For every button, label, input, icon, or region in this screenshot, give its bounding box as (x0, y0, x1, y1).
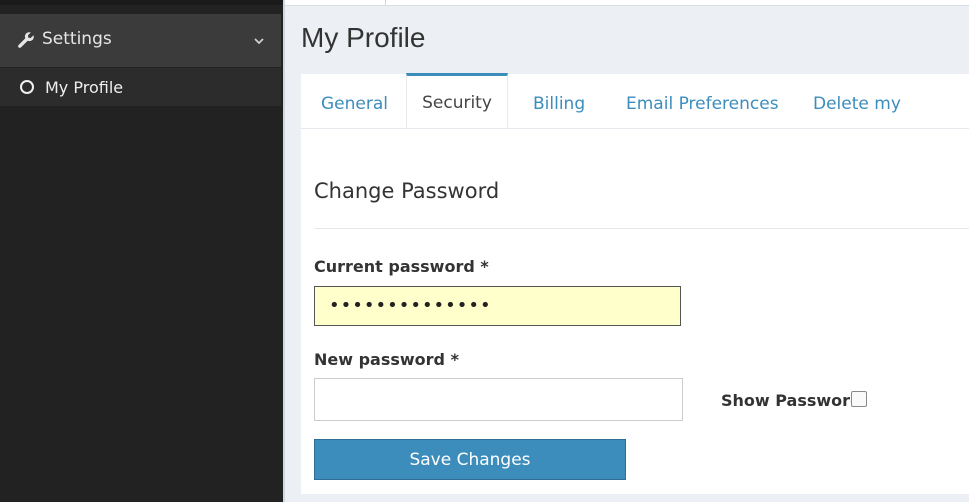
chevron-down-icon (254, 38, 264, 45)
sidebar-item-my-profile[interactable]: My Profile (0, 68, 281, 106)
new-password-input[interactable] (314, 378, 683, 421)
save-changes-button[interactable]: Save Changes (314, 439, 626, 480)
tab-delete-account[interactable]: Delete my Account (813, 74, 969, 174)
sidebar-item-label: My Profile (45, 78, 124, 97)
tab-security[interactable]: Security (406, 73, 508, 128)
sidebar: Settings My Profile (0, 0, 283, 502)
current-password-input[interactable]: •••••••••••••• (314, 286, 681, 326)
section-title: Change Password (314, 179, 500, 203)
page-title: My Profile (301, 22, 426, 53)
tab-billing[interactable]: Billing (533, 74, 585, 128)
tabs-bar: General Security Billing Email Preferenc… (301, 73, 969, 174)
circle-icon (20, 80, 34, 94)
sidebar-top-strip (0, 0, 283, 5)
top-navbar-strip (285, 0, 969, 6)
show-password-checkbox[interactable] (851, 391, 867, 407)
navbar-separator (385, 0, 386, 5)
security-panel: Change Password Current password * •••••… (301, 129, 969, 494)
sidebar-divider (283, 0, 285, 502)
tab-email-preferences[interactable]: Email Preferences (626, 74, 779, 128)
section-divider (314, 228, 969, 229)
new-password-label: New password * (314, 350, 459, 369)
sidebar-menu-label: Settings (42, 29, 112, 49)
current-password-label: Current password * (314, 257, 489, 276)
show-password-label: Show Password (721, 391, 862, 410)
tab-general[interactable]: General (321, 74, 388, 128)
sidebar-menu-settings[interactable]: Settings (0, 14, 281, 67)
wrench-icon (18, 32, 34, 48)
